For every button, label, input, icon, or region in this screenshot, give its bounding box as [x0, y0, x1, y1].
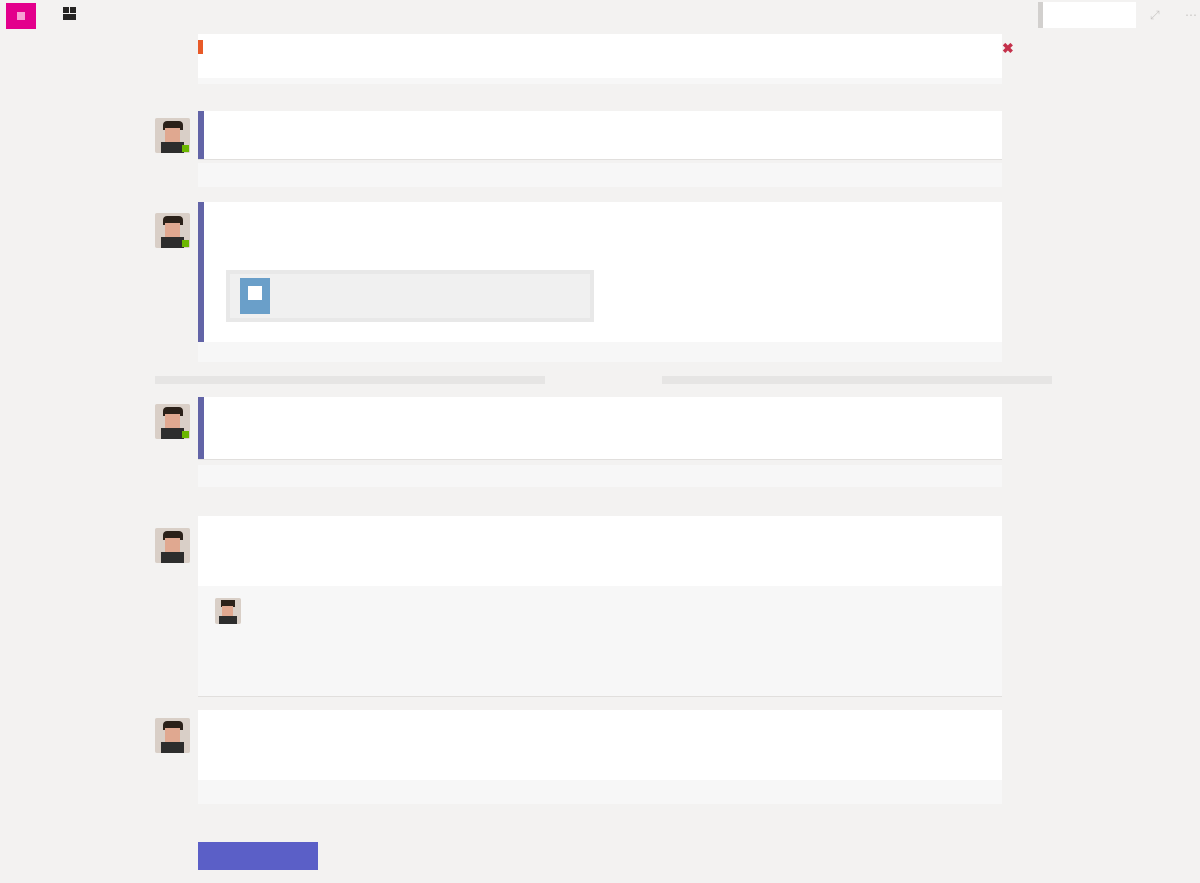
card-footer — [198, 780, 1002, 804]
message-card — [198, 710, 1002, 780]
new-conversation-button[interactable] — [198, 842, 318, 870]
unread-accent — [198, 111, 204, 159]
unread-accent — [198, 397, 204, 459]
avatar[interactable] — [155, 213, 190, 248]
app-tile-icon[interactable] — [6, 3, 36, 29]
avatar[interactable] — [155, 118, 190, 153]
search-input[interactable] — [1038, 2, 1136, 28]
message-card — [198, 397, 1002, 459]
avatar[interactable] — [215, 598, 241, 624]
avatar[interactable] — [155, 528, 190, 563]
expand-icon[interactable]: ⤢ — [1150, 8, 1164, 22]
file-attachment[interactable] — [226, 270, 594, 322]
message-card — [198, 111, 1002, 159]
message-card: ✖ — [198, 34, 1014, 78]
date-divider-line — [662, 376, 1052, 384]
card-footer — [198, 78, 1002, 84]
avatar[interactable] — [155, 404, 190, 439]
top-bar: ⤢ ⋯ — [0, 0, 1200, 34]
card-footer — [198, 342, 1002, 362]
more-options-icon[interactable]: ⋯ — [1185, 8, 1197, 22]
date-divider-line — [155, 376, 545, 384]
file-icon — [240, 278, 270, 314]
unread-accent — [198, 202, 204, 342]
channel-icon — [63, 7, 77, 21]
scrollbar[interactable] — [1196, 34, 1200, 883]
presence-icon — [182, 240, 189, 247]
avatar[interactable] — [155, 718, 190, 753]
card-footer — [198, 465, 1002, 487]
presence-icon — [182, 431, 189, 438]
card-footer — [198, 163, 1002, 187]
reaction-icon[interactable]: ✖ — [1002, 40, 1018, 56]
presence-icon — [182, 145, 189, 152]
alert-marker — [198, 40, 203, 54]
reply-block — [198, 586, 1002, 696]
